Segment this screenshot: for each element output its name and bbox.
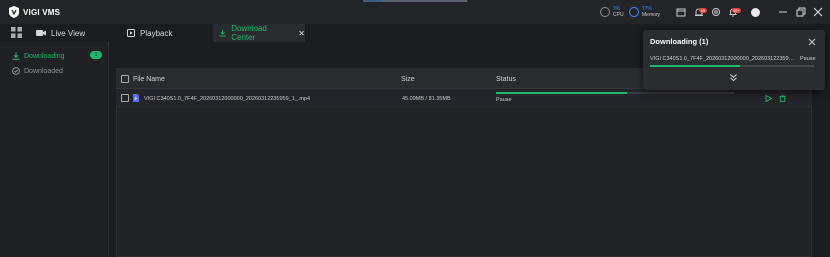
sidebar-item-downloading[interactable]: Downloading — [12, 52, 64, 60]
restore-icon[interactable] — [796, 7, 806, 17]
app-grid-icon[interactable] — [11, 27, 22, 38]
bell-badge: 99+ — [732, 8, 741, 13]
row-size: 45.09MB / 81.35MB — [402, 96, 451, 102]
popup-file-name: VIGI C340S1.0_7F4F_20260312000000_202603… — [650, 56, 796, 62]
column-header-size[interactable]: Size — [401, 76, 415, 83]
play-icon[interactable] — [765, 95, 772, 102]
popup-progress-bar — [650, 65, 814, 67]
cpu-indicator: 3% CPU — [600, 6, 624, 18]
playback-icon — [127, 29, 135, 37]
download-icon — [219, 29, 226, 37]
cpu-ring-icon — [600, 7, 610, 17]
column-header-status[interactable]: Status — [496, 76, 516, 83]
minimize-icon[interactable] — [778, 7, 788, 17]
title-accent-line-secondary — [383, 0, 467, 2]
column-header-file-name[interactable]: File Name — [133, 76, 165, 83]
app-brand: VIGI VMS — [9, 6, 60, 18]
sidebar-item-label: Downloading — [24, 52, 65, 60]
camera-icon — [36, 30, 46, 36]
expand-down-icon[interactable] — [729, 73, 738, 82]
memory-ring-icon — [629, 7, 639, 17]
close-window-icon[interactable] — [813, 7, 823, 17]
row-file-name: VIGI C340S1.0_7F4F_20260312000000_202603… — [144, 96, 311, 102]
tab-playback[interactable]: Playback — [127, 24, 207, 42]
tab-close-icon[interactable]: ✕ — [298, 29, 305, 38]
cpu-label: CPU — [613, 12, 624, 18]
delete-icon[interactable] — [779, 95, 786, 102]
window-icon[interactable] — [676, 7, 686, 17]
tab-playback-label: Playback — [140, 28, 173, 38]
row-progress-bar — [496, 92, 734, 94]
memory-indicator: 77% Memory — [629, 6, 660, 18]
download-icon — [12, 52, 20, 60]
settings-icon[interactable] — [711, 7, 721, 17]
popup-close-icon[interactable] — [808, 38, 816, 46]
tab-download-center-label: Download Center — [231, 24, 267, 42]
downloading-count-badge: 1 — [90, 51, 102, 59]
popup-progress-fill — [650, 65, 741, 67]
avatar[interactable] — [751, 8, 760, 17]
app-name: VIGI VMS — [23, 7, 61, 17]
alarm-badge: 99 — [699, 8, 707, 13]
select-all-checkbox[interactable] — [121, 75, 129, 83]
row-status: Pause — [496, 97, 512, 103]
vigi-logo-icon — [9, 6, 19, 18]
sidebar-item-downloaded[interactable]: Downloaded — [12, 67, 63, 75]
popup-status: Pause — [800, 56, 816, 62]
memory-label: Memory — [642, 12, 661, 18]
tab-live-view[interactable]: Live View — [36, 24, 116, 42]
row-checkbox[interactable] — [121, 94, 129, 102]
tab-download-center[interactable]: Download Center ✕ — [213, 24, 305, 42]
tab-live-view-label: Live View — [51, 28, 86, 38]
sidebar-item-label: Downloaded — [24, 67, 63, 75]
popup-title: Downloading (1) — [650, 37, 709, 46]
check-circle-icon — [12, 67, 20, 75]
row-progress-fill — [496, 92, 627, 94]
video-file-icon — [133, 94, 139, 102]
